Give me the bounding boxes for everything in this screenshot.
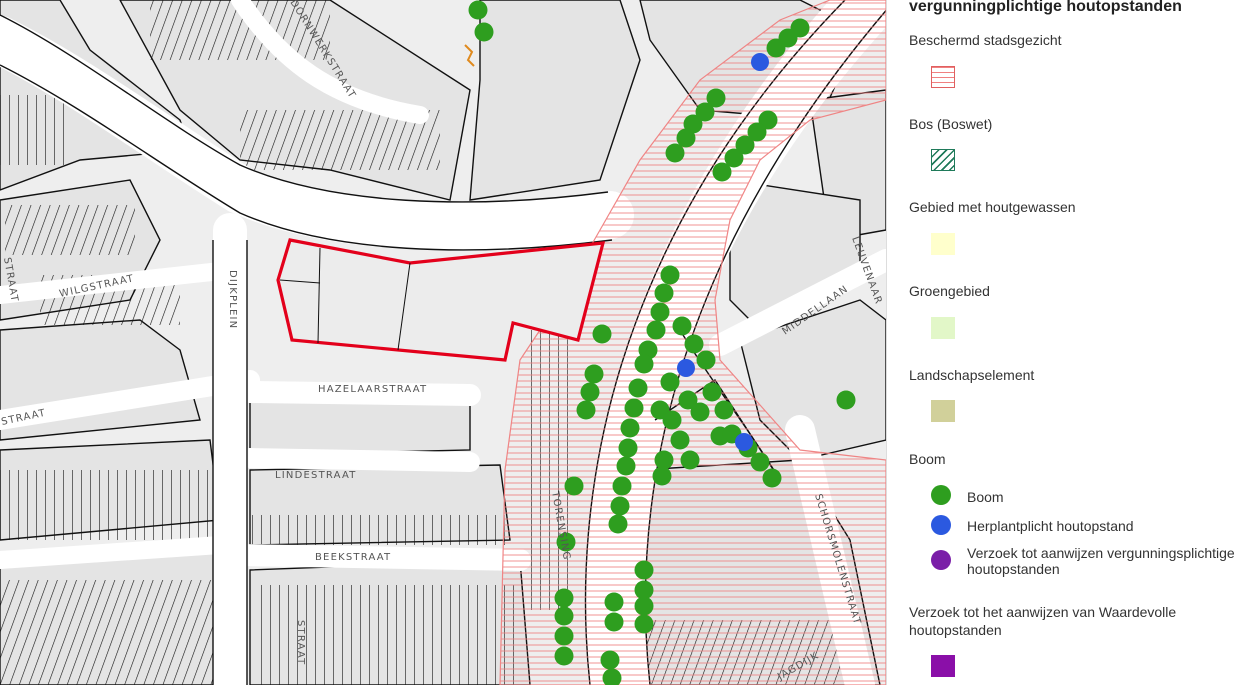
legend-title-gebied-met-houtgewassen: Gebied met houtgewassen	[909, 199, 1076, 215]
tree-marker[interactable]	[646, 320, 666, 340]
tree-marker[interactable]	[610, 496, 630, 516]
tree-marker[interactable]	[612, 476, 632, 496]
swatch-gebied-met-houtgewassen	[931, 233, 955, 255]
legend-label-verzoek-vergunningsplichtig: Verzoek tot aanwijzen vergunningsplichti…	[967, 545, 1235, 577]
tree-marker[interactable]	[654, 450, 674, 470]
legend-heading: vergunningplichtige houtopstanden	[909, 0, 1182, 15]
swatch-bos	[931, 149, 955, 171]
map-canvas[interactable]: DORNWERKSTRAAT WILGSTRAAT HAZELAARSTRAAT…	[0, 0, 886, 685]
swatch-beschermd-stadsgezicht	[931, 66, 955, 88]
street-label-lindestraat: LINDESTRAAT	[275, 470, 357, 481]
street-label-straat-c: STRAAT	[295, 620, 306, 666]
tree-marker[interactable]	[766, 38, 786, 58]
herplantplicht-dot-icon	[931, 515, 951, 535]
tree-marker[interactable]	[474, 22, 494, 42]
tree-marker[interactable]	[634, 354, 654, 374]
tree-marker[interactable]	[604, 592, 624, 612]
legend-title-landschapselement: Landschapselement	[909, 367, 1035, 383]
tree-marker[interactable]	[665, 143, 685, 163]
tree-marker[interactable]	[750, 452, 770, 472]
street-label-beekstraat: BEEKSTRAAT	[315, 552, 391, 563]
legend-title-beschermd-stadsgezicht: Beschermd stadsgezicht	[909, 32, 1062, 48]
tree-marker[interactable]	[680, 450, 700, 470]
tree-marker[interactable]	[618, 438, 638, 458]
tree-marker[interactable]	[762, 468, 782, 488]
tree-marker[interactable]	[628, 378, 648, 398]
tree-marker[interactable]	[660, 265, 680, 285]
tree-marker[interactable]	[624, 398, 644, 418]
tree-marker[interactable]	[608, 514, 628, 534]
legend-title-waardevolle-houtopstanden: Verzoek tot het aanwijzen van Waardevoll…	[909, 604, 1177, 638]
tree-marker[interactable]	[654, 283, 674, 303]
tree-marker[interactable]	[836, 390, 856, 410]
tree-marker[interactable]	[660, 372, 680, 392]
map-view[interactable]: DORNWERKSTRAAT WILGSTRAAT HAZELAARSTRAAT…	[0, 0, 886, 685]
swatch-landschapselement	[931, 400, 955, 422]
tree-marker[interactable]	[684, 334, 704, 354]
legend-title-groengebied: Groengebied	[909, 283, 990, 299]
replant-tree[interactable]	[735, 433, 753, 451]
tree-marker[interactable]	[690, 402, 710, 422]
tree-marker[interactable]	[714, 400, 734, 420]
tree-marker[interactable]	[670, 430, 690, 450]
tree-marker[interactable]	[580, 382, 600, 402]
tree-marker[interactable]	[634, 614, 654, 634]
tree-marker[interactable]	[584, 364, 604, 384]
replant-tree[interactable]	[677, 359, 695, 377]
tree-marker[interactable]	[616, 456, 636, 476]
tree-marker[interactable]	[554, 588, 574, 608]
street-label-dijkplein: DIJKPLEIN	[227, 270, 238, 329]
tree-marker[interactable]	[564, 476, 584, 496]
tree-marker[interactable]	[600, 650, 620, 670]
legend-label-herplantplicht: Herplantplicht houtopstand	[967, 518, 1134, 534]
tree-marker[interactable]	[672, 316, 692, 336]
legend-panel: vergunningplichtige houtopstanden Besche…	[886, 0, 1248, 685]
tree-marker[interactable]	[554, 626, 574, 646]
tree-marker[interactable]	[702, 382, 722, 402]
swatch-groengebied	[931, 317, 955, 339]
swatch-waardevolle-houtopstanden	[931, 655, 955, 677]
street-label-hazelaarstraat: HAZELAARSTRAAT	[318, 384, 427, 395]
tree-marker[interactable]	[620, 418, 640, 438]
tree-marker[interactable]	[652, 466, 672, 486]
legend-title-bos: Bos (Boswet)	[909, 116, 993, 132]
tree-marker[interactable]	[468, 0, 488, 20]
tree-marker[interactable]	[712, 162, 732, 182]
replant-tree[interactable]	[751, 53, 769, 71]
tree-marker[interactable]	[634, 596, 654, 616]
tree-marker[interactable]	[650, 302, 670, 322]
tree-marker[interactable]	[554, 606, 574, 626]
tree-marker[interactable]	[576, 400, 596, 420]
verzoek-dot-icon	[931, 550, 951, 570]
tree-marker[interactable]	[604, 612, 624, 632]
legend-label-boom: Boom	[967, 489, 1004, 505]
legend-title-boom: Boom	[909, 451, 946, 467]
tree-marker[interactable]	[662, 410, 682, 430]
tree-marker[interactable]	[634, 560, 654, 580]
boom-dot-icon	[931, 485, 951, 505]
tree-marker[interactable]	[696, 350, 716, 370]
tree-marker[interactable]	[554, 646, 574, 666]
tree-marker[interactable]	[592, 324, 612, 344]
